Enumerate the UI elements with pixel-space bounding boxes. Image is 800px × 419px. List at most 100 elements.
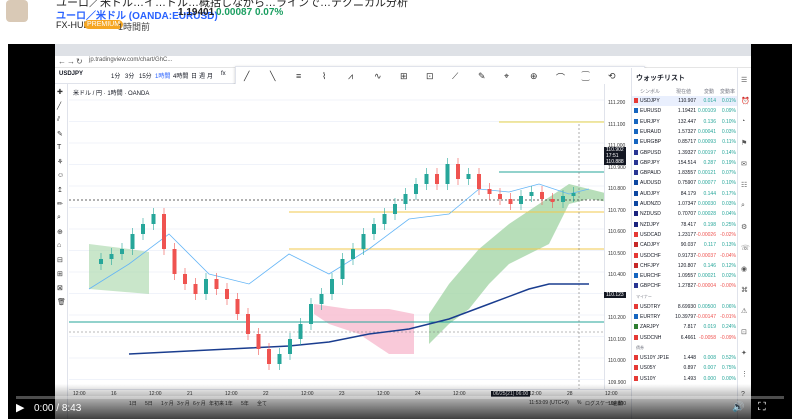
watchlist-row[interactable]: AUDUSD 0.75907 0.00077 0.10% <box>632 178 738 188</box>
fullscreen-icon[interactable]: ⛶ <box>758 401 766 414</box>
left-tool-11[interactable]: ⌂ <box>57 242 61 249</box>
drawing-tool-14[interactable]: ⟲ <box>608 71 616 82</box>
drawing-tool-4[interactable]: ⩘ <box>348 71 353 82</box>
row-change-pct: 0.52% <box>721 354 736 361</box>
watchlist-row[interactable]: AUDNZD 1.07347 0.00030 0.03% <box>632 199 738 209</box>
row-change: 0.144 <box>703 190 716 197</box>
row-change-pct: 0.06% <box>721 303 736 310</box>
drawing-tool-12[interactable]: ⌒ <box>556 71 565 84</box>
watchlist-title[interactable]: ウォッチリスト <box>636 73 685 83</box>
header-pct[interactable]: 変動率 <box>720 88 735 95</box>
watchlist-row[interactable]: GBPAUD 1.83557 0.00121 0.07% <box>632 168 738 178</box>
rail-icon-8[interactable]: ☏ <box>741 244 750 252</box>
watchlist-row[interactable]: EURCHF 1.09557 0.00021 0.02% <box>632 271 738 281</box>
row-change-pct: 0.00% <box>721 375 736 382</box>
currency-flag-icon <box>634 334 638 340</box>
drawing-tool-9[interactable]: ✎ <box>478 71 486 82</box>
watchlist-row[interactable]: NZDJPY 78.417 0.198 0.25% <box>632 220 738 230</box>
row-last: 154.514 <box>677 159 696 166</box>
drawing-tool-3[interactable]: ⌇ <box>322 71 326 82</box>
row-symbol: GBPCHF <box>640 283 661 290</box>
row-change-pct: 0.07% <box>721 170 736 177</box>
watchlist-row[interactable]: GBPCHF 1.27827 -0.00004 -0.00% <box>632 281 738 291</box>
watchlist-row[interactable]: NZDUSD 0.70707 0.00028 0.04% <box>632 209 738 219</box>
watchlist-row[interactable]: EURUSD 1.19421 0.00109 0.09% <box>632 106 738 116</box>
left-tool-4[interactable]: T <box>57 144 61 151</box>
row-change: 0.146 <box>703 262 716 269</box>
watchlist-row[interactable]: USDCAD 1.23177 -0.00026 -0.02% <box>632 230 738 240</box>
watchlist-row[interactable]: US10Y 1.493 0.000 0.00% <box>632 374 738 384</box>
progress-bar[interactable] <box>16 396 784 399</box>
rail-icon-13[interactable]: ✦ <box>741 349 747 357</box>
price-axis: 111.200 111.100 111.000 110.900 110.800 110.7… <box>604 84 631 407</box>
rail-icon-5[interactable]: ☷ <box>741 181 747 189</box>
left-tool-12[interactable]: ⊟ <box>57 256 63 264</box>
left-tool-14[interactable]: ⊠ <box>57 284 63 292</box>
row-last: 1.493 <box>683 375 696 382</box>
left-tool-6[interactable]: ☺ <box>57 172 64 179</box>
left-tool-8[interactable]: ✏ <box>57 200 63 208</box>
drawing-tool-5[interactable]: ∿ <box>374 71 382 82</box>
rail-icon-3[interactable]: ⚑ <box>741 139 747 147</box>
right-rail: ☰⏰◔⚑✉☷⌕⚙☏◉⌘⚠⊡✦⋮? <box>737 68 751 419</box>
rail-icon-9[interactable]: ◉ <box>741 265 747 273</box>
drawing-tool-10[interactable]: ⌖ <box>504 71 509 82</box>
watchlist-row[interactable]: USDCHF 0.91737 -0.00037 -0.04% <box>632 251 738 261</box>
rail-icon-6[interactable]: ⌕ <box>741 202 745 210</box>
watchlist-row[interactable]: USDJPY 110.907 0.014 0.01% <box>632 96 738 107</box>
rail-icon-4[interactable]: ✉ <box>741 160 747 168</box>
candle <box>529 192 534 196</box>
rail-icon-12[interactable]: ⊡ <box>741 328 747 336</box>
candle <box>435 174 439 184</box>
header-last[interactable]: 現在値 <box>676 88 691 95</box>
watchlist-row[interactable]: AUDJPY 84.179 0.144 0.17% <box>632 189 738 199</box>
watchlist-row[interactable]: USDTRY 8.69930 0.00500 0.06% <box>632 302 738 312</box>
watchlist-row[interactable]: ZARJPY 7.817 0.019 0.24% <box>632 322 738 332</box>
left-tool-0[interactable]: ✚ <box>57 88 63 96</box>
header-chg[interactable]: 変動 <box>704 88 714 95</box>
left-tool-3[interactable]: ✎ <box>57 130 63 138</box>
left-tool-13[interactable]: ⊞ <box>57 270 63 278</box>
drawing-tool-6[interactable]: ⊞ <box>400 71 408 82</box>
video-player[interactable]: ← → ↻ jp.tradingview.com/chart/GhC... US… <box>8 44 792 419</box>
drawing-tool-11[interactable]: ⊕ <box>530 71 538 82</box>
watchlist-row[interactable]: EURJPY 132.447 0.136 0.10% <box>632 117 738 127</box>
rail-icon-2[interactable]: ◔ <box>741 118 745 125</box>
drawing-tool-7[interactable]: ⊡ <box>426 71 434 82</box>
drawing-tool-0[interactable]: ╱ <box>244 71 249 82</box>
watchlist-row[interactable]: GBPJPY 154.514 0.287 0.19% <box>632 158 738 168</box>
left-tool-7[interactable]: ↥ <box>57 186 63 194</box>
rail-icon-14[interactable]: ⋮ <box>741 370 748 378</box>
left-tool-1[interactable]: ╱ <box>57 102 61 110</box>
drawing-tool-8[interactable]: ⟋ <box>452 71 458 82</box>
rail-icon-11[interactable]: ⚠ <box>741 307 747 315</box>
rail-icon-1[interactable]: ⏰ <box>741 97 750 105</box>
play-icon[interactable]: ▶ <box>16 401 24 414</box>
drawing-tool-2[interactable]: ≡ <box>296 71 301 81</box>
rail-icon-0[interactable]: ☰ <box>741 76 747 84</box>
watchlist-row[interactable]: GBPUSD 1.39327 0.00197 0.14% <box>632 148 738 158</box>
volume-icon[interactable]: 🔊 <box>732 402 744 413</box>
row-last: 1.39327 <box>677 149 696 156</box>
rail-icon-10[interactable]: ⌘ <box>741 286 748 294</box>
left-tool-2[interactable]: ⫽ <box>57 116 60 124</box>
left-tool-10[interactable]: ⊕ <box>57 228 63 236</box>
watchlist-row[interactable]: CADJPY 90.037 0.117 0.13% <box>632 240 738 250</box>
drawing-tool-1[interactable]: ╲ <box>270 71 275 82</box>
watchlist-row[interactable]: EURTRY 10.39797 -0.00147 -0.01% <box>632 312 738 322</box>
rail-icon-7[interactable]: ⚙ <box>741 223 747 231</box>
left-tool-9[interactable]: ⌕ <box>57 214 61 222</box>
header-symbol[interactable]: シンボル <box>640 88 660 95</box>
watchlist-row[interactable]: US05Y 0.897 0.007 0.75% <box>632 363 738 373</box>
row-change: 0.00500 <box>697 303 716 310</box>
drawing-tool-13[interactable]: ⁐ <box>582 71 589 82</box>
watchlist-row[interactable]: EURAUD 1.57327 0.00041 0.03% <box>632 127 738 137</box>
row-change-pct: 0.10% <box>721 118 736 125</box>
author-avatar[interactable] <box>6 0 28 22</box>
watchlist-row[interactable]: US10Y JP1E 1.448 0.008 0.52% <box>632 353 738 363</box>
watchlist-row[interactable]: EURGBP 0.85717 0.00093 0.11% <box>632 137 738 147</box>
watchlist-row[interactable]: USDCNH 6.4661 -0.0058 -0.09% <box>632 333 738 343</box>
left-tool-15[interactable]: 🗑 <box>57 298 66 306</box>
left-tool-5[interactable]: ⚘ <box>57 158 63 166</box>
watchlist-row[interactable]: CHFJPY 120.807 0.146 0.12% <box>632 261 738 271</box>
